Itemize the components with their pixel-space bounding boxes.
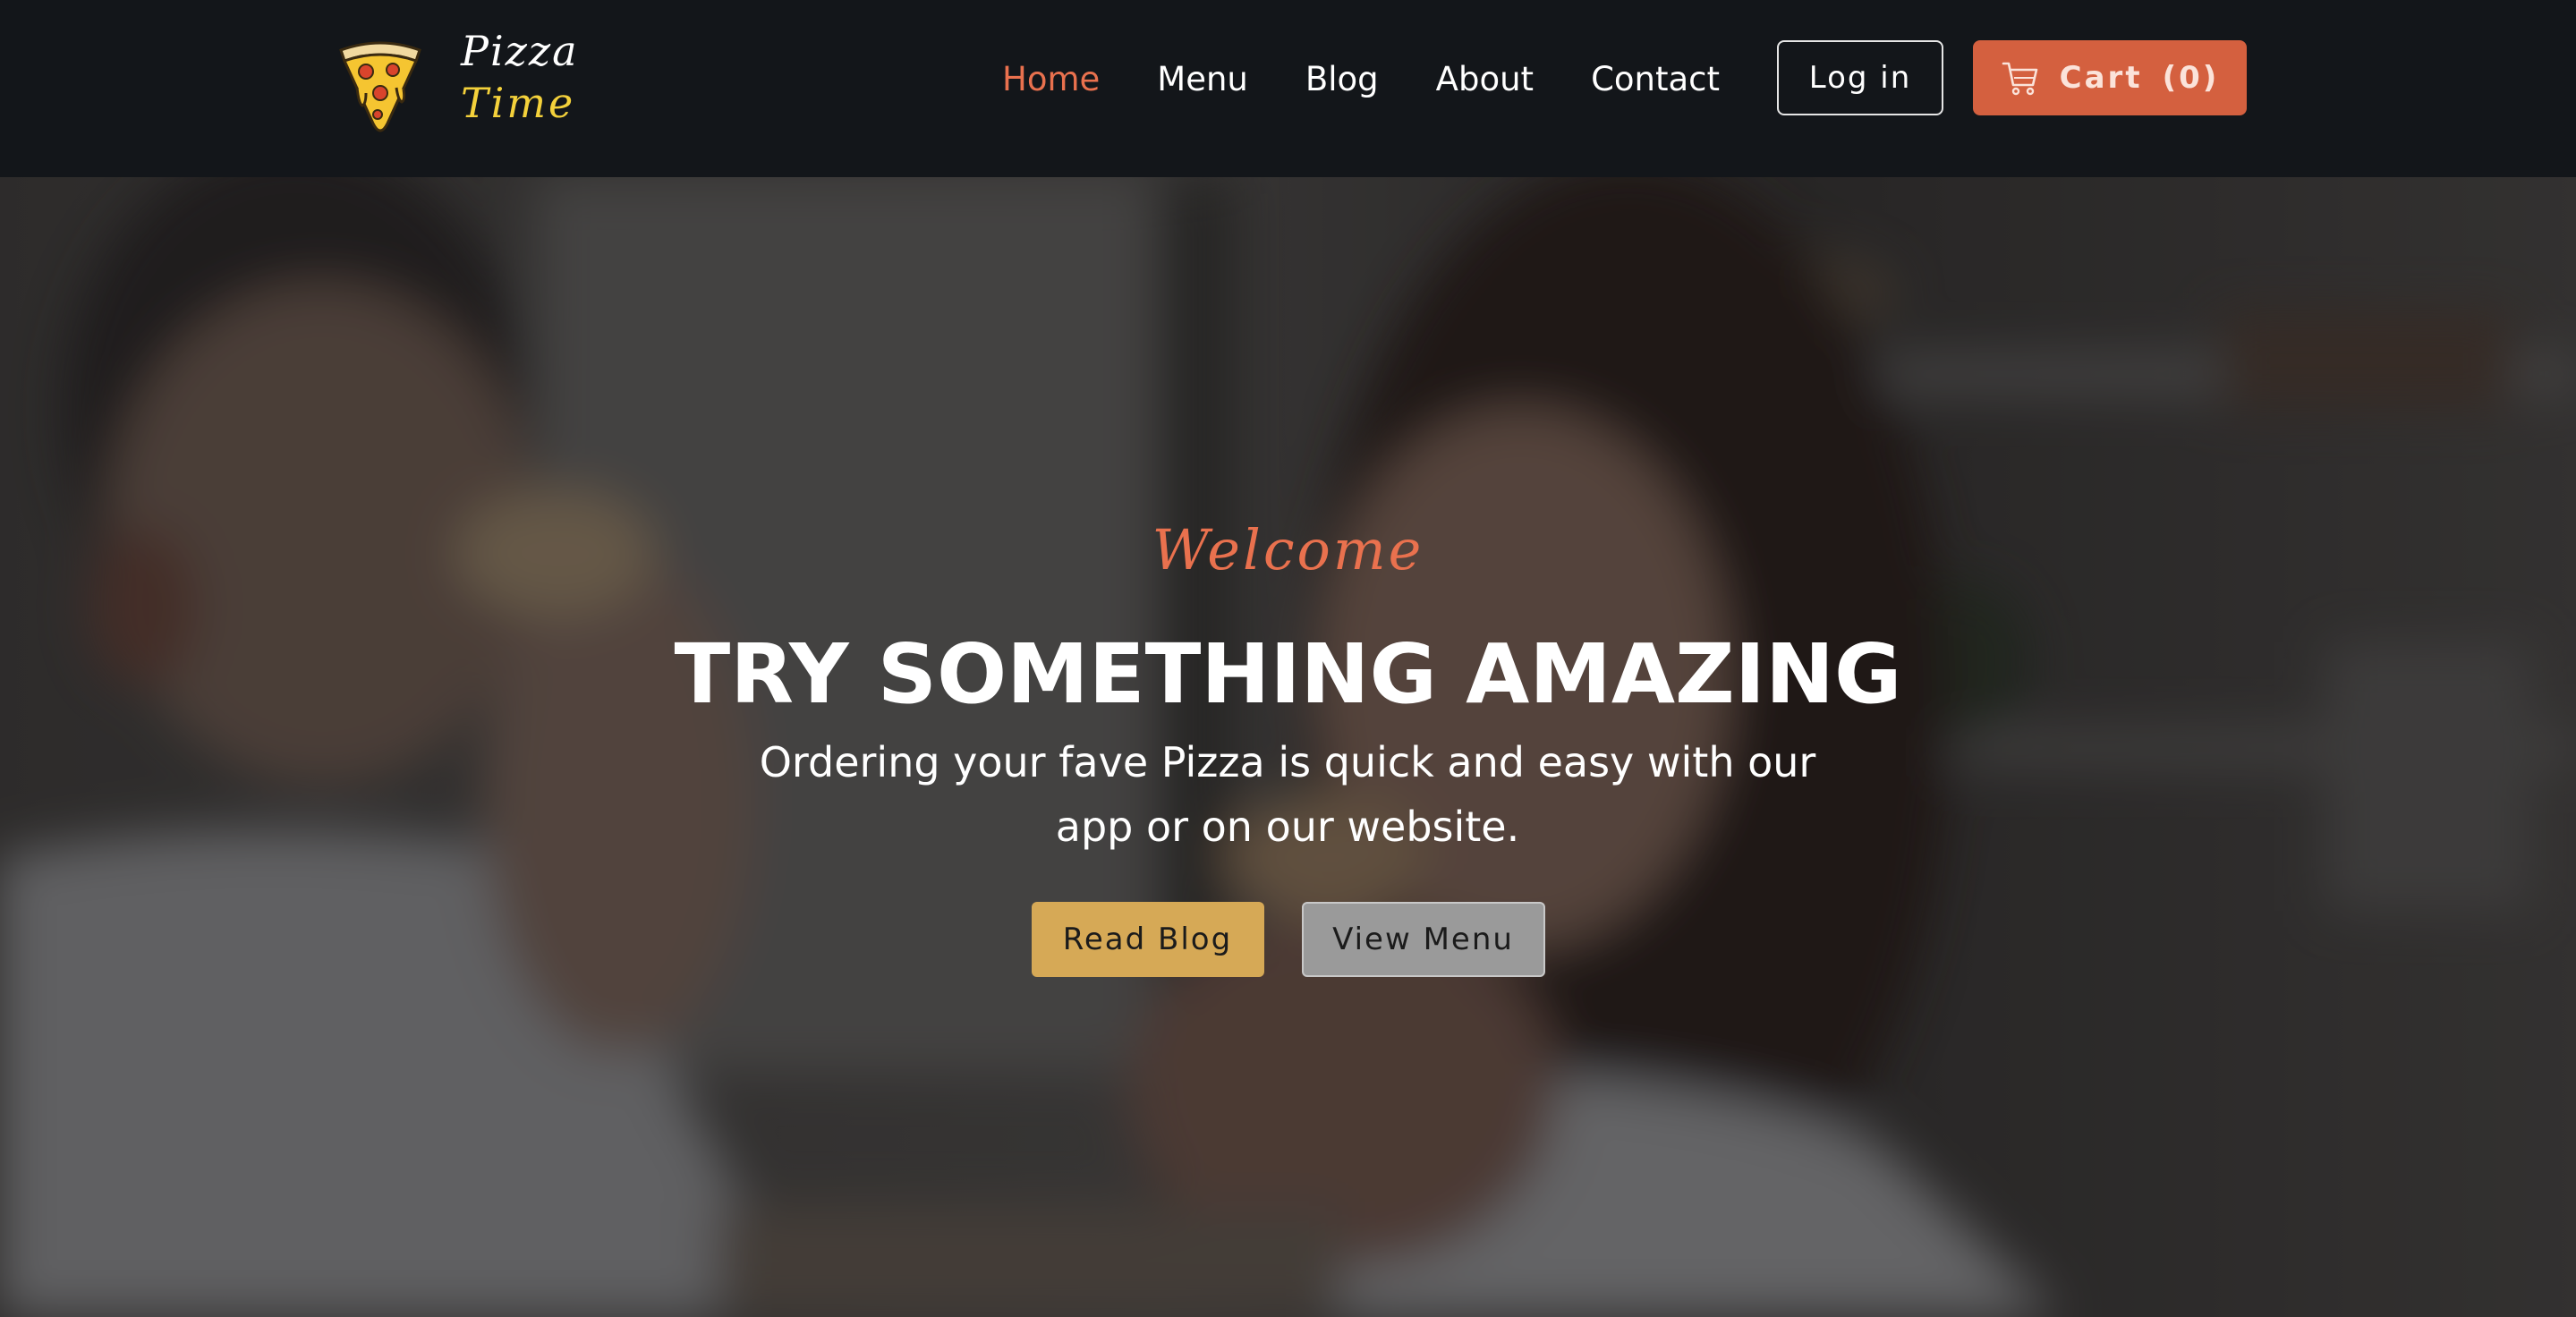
- nav-link-blog[interactable]: Blog: [1305, 60, 1379, 98]
- hero-headline: TRY SOMETHING AMAZING: [674, 626, 1902, 722]
- hero-section: Welcome TRY SOMETHING AMAZING Ordering y…: [0, 177, 2576, 1317]
- cart-label: Cart: [2059, 60, 2143, 96]
- brand-name-line1: Pizza: [461, 27, 579, 75]
- nav-link-contact[interactable]: Contact: [1591, 60, 1720, 98]
- brand-logo-link[interactable]: Pizza Time: [336, 29, 595, 145]
- nav-link-home[interactable]: Home: [1002, 60, 1100, 98]
- cart-button[interactable]: Cart (0): [1973, 40, 2247, 115]
- hero-content: Welcome TRY SOMETHING AMAZING Ordering y…: [0, 177, 2576, 1317]
- cart-count: (0): [2162, 60, 2220, 96]
- navbar: Pizza Time Home Menu Blog About Contact …: [0, 0, 2576, 177]
- shopping-cart-icon: [2002, 62, 2037, 96]
- view-menu-button[interactable]: View Menu: [1301, 902, 1545, 977]
- login-button[interactable]: Log in: [1777, 40, 1943, 115]
- hero-subtext: Ordering your fave Pizza is quick and ea…: [759, 738, 1816, 851]
- read-blog-button[interactable]: Read Blog: [1031, 902, 1264, 977]
- hero-button-row: Read Blog View Menu: [0, 902, 2576, 977]
- main-nav: Home Menu Blog About Contact: [1002, 54, 1777, 104]
- nav-link-about[interactable]: About: [1436, 60, 1534, 98]
- brand-name-line2: Time: [461, 79, 576, 127]
- brand-name: Pizza Time: [461, 29, 579, 123]
- pizza-slice-icon: [339, 41, 421, 132]
- hero-welcome-text: Welcome: [1152, 517, 1424, 582]
- nav-link-menu[interactable]: Menu: [1157, 60, 1248, 98]
